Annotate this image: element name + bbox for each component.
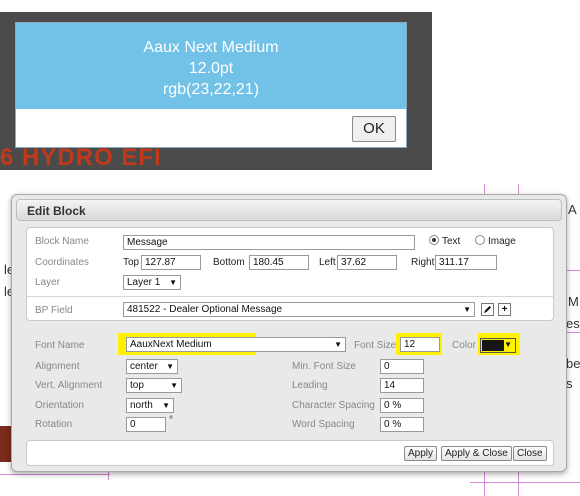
chevron-down-icon: ▼ bbox=[166, 362, 174, 371]
chevron-down-icon: ▼ bbox=[162, 401, 170, 410]
left-input[interactable]: 37.62 bbox=[337, 255, 397, 270]
leading-label: Leading bbox=[292, 380, 328, 391]
guide-line bbox=[470, 482, 580, 483]
bp-field-label: BP Field bbox=[35, 305, 73, 316]
word-spacing-input[interactable]: 0 % bbox=[380, 417, 424, 432]
vert-alignment-value: top bbox=[130, 380, 144, 391]
edit-block-dialog: Edit Block Block Name Message Text Image… bbox=[11, 194, 567, 472]
background-text: be bbox=[566, 356, 580, 371]
alignment-select[interactable]: center ▼ bbox=[126, 359, 178, 374]
orientation-select[interactable]: north ▼ bbox=[126, 398, 174, 413]
font-name-label: Font Name bbox=[35, 340, 85, 351]
font-info-alert: Aaux Next Medium 12.0pt rgb(23,22,21) OK bbox=[15, 22, 407, 148]
alert-message: Aaux Next Medium 12.0pt rgb(23,22,21) bbox=[16, 23, 406, 109]
pencil-icon bbox=[484, 306, 491, 313]
text-radio-label: Text bbox=[442, 236, 461, 247]
bp-field-value: 481522 - Dealer Optional Message bbox=[127, 304, 283, 315]
orientation-label: Orientation bbox=[35, 400, 84, 411]
vert-alignment-select[interactable]: top ▼ bbox=[126, 378, 182, 393]
edit-pencil-button[interactable] bbox=[481, 303, 494, 316]
left-label: Left bbox=[319, 257, 336, 268]
close-button[interactable]: Close bbox=[513, 446, 547, 461]
bottom-label: Bottom bbox=[213, 257, 245, 268]
block-name-label: Block Name bbox=[35, 236, 89, 247]
character-spacing-input[interactable]: 0 % bbox=[380, 398, 424, 413]
bp-field-select[interactable]: 481522 - Dealer Optional Message ▼ bbox=[123, 302, 475, 317]
dialog-button-bar: Apply Apply & Close Close bbox=[26, 440, 554, 466]
bottom-input[interactable]: 180.45 bbox=[249, 255, 309, 270]
layer-value: Layer 1 bbox=[127, 277, 161, 288]
background-text: A bbox=[568, 202, 577, 217]
block-properties-panel: Block Name Message Text Image Coordinate… bbox=[26, 227, 554, 321]
layer-label: Layer bbox=[35, 277, 61, 288]
color-label: Color bbox=[452, 340, 476, 351]
background-text: M bbox=[568, 294, 579, 309]
layer-select[interactable]: Layer 1 ▼ bbox=[123, 275, 181, 290]
alignment-label: Alignment bbox=[35, 361, 80, 372]
chevron-down-icon: ▼ bbox=[463, 305, 471, 314]
alignment-value: center bbox=[130, 361, 158, 372]
font-size-input[interactable]: 12 bbox=[400, 337, 440, 352]
image-radio[interactable] bbox=[475, 235, 485, 245]
rotation-input[interactable]: 0 bbox=[126, 417, 166, 432]
word-spacing-label: Word Spacing bbox=[292, 419, 355, 430]
ok-button[interactable]: OK bbox=[352, 116, 396, 142]
color-swatch bbox=[482, 340, 504, 351]
coordinates-label: Coordinates bbox=[35, 257, 89, 268]
alert-color-value: rgb(23,22,21) bbox=[162, 81, 260, 98]
guide-line bbox=[0, 474, 110, 475]
rotation-unit: ° bbox=[169, 415, 173, 426]
chevron-down-icon: ▼ bbox=[169, 278, 177, 287]
color-picker[interactable]: ▼ bbox=[480, 338, 516, 353]
top-input[interactable]: 127.87 bbox=[141, 255, 201, 270]
leading-input[interactable]: 14 bbox=[380, 378, 424, 393]
block-name-input[interactable]: Message bbox=[123, 235, 415, 250]
chevron-down-icon: ▼ bbox=[504, 340, 512, 349]
dialog-title: Edit Block bbox=[27, 204, 86, 218]
apply-and-close-button[interactable]: Apply & Close bbox=[441, 446, 512, 461]
min-font-size-label: Min. Font Size bbox=[292, 361, 356, 372]
right-input[interactable]: 311.17 bbox=[435, 255, 497, 270]
text-radio[interactable] bbox=[429, 235, 439, 245]
font-size-label: Font Size bbox=[354, 340, 397, 351]
character-spacing-label: Character Spacing bbox=[292, 400, 375, 411]
alert-font-size: 12.0pt bbox=[188, 60, 234, 77]
apply-button[interactable]: Apply bbox=[404, 446, 438, 461]
font-name-value: AauxNext Medium bbox=[130, 339, 212, 350]
dialog-titlebar[interactable]: Edit Block bbox=[16, 199, 562, 221]
rotation-label: Rotation bbox=[35, 419, 73, 430]
alert-font-name: Aaux Next Medium bbox=[143, 39, 279, 56]
orientation-value: north bbox=[130, 400, 153, 411]
image-radio-label: Image bbox=[488, 236, 516, 247]
add-plus-button[interactable]: + bbox=[498, 303, 511, 316]
chevron-down-icon: ▼ bbox=[334, 340, 342, 349]
background-text: es bbox=[566, 316, 580, 331]
font-info-screenshot: 6 HYDRO EFI Aaux Next Medium 12.0pt rgb(… bbox=[0, 12, 432, 170]
divider bbox=[27, 296, 553, 297]
top-label: Top bbox=[123, 257, 140, 268]
vert-alignment-label: Vert. Alignment bbox=[35, 380, 103, 391]
chevron-down-icon: ▼ bbox=[170, 381, 178, 390]
right-label: Right bbox=[411, 257, 435, 268]
min-font-size-input[interactable]: 0 bbox=[380, 359, 424, 374]
font-name-select[interactable]: AauxNext Medium ▼ bbox=[126, 337, 346, 352]
